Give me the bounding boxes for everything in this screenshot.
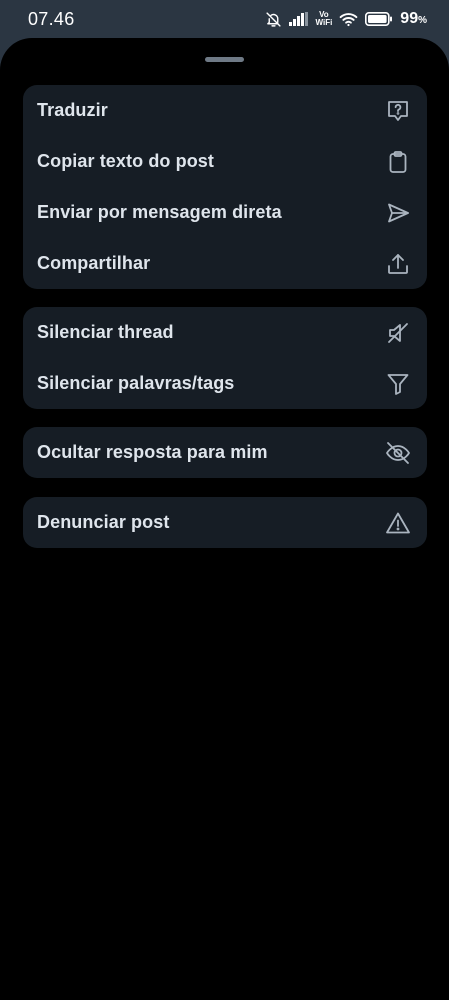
eye-slash-icon (385, 440, 411, 466)
menu-item-hide-reply[interactable]: Ocultar resposta para mim (23, 427, 427, 478)
menu-item-label: Ocultar resposta para mim (37, 442, 268, 462)
menu-item-label: Traduzir (37, 100, 108, 120)
menu-group-mute: Silenciar thread Silenciar palavras/tags (23, 307, 427, 409)
signal-icon (289, 12, 309, 26)
status-icons: Vo WiFi 99% (265, 10, 427, 28)
battery-icon (365, 12, 393, 26)
filter-icon (385, 371, 411, 397)
menu-item-share[interactable]: Compartilhar (23, 238, 427, 289)
vowifi-icon: Vo WiFi (315, 11, 332, 27)
battery-value: 99 (400, 10, 419, 27)
bell-muted-icon (265, 11, 282, 28)
clipboard-icon (385, 149, 411, 175)
mute-thread-icon (385, 320, 411, 346)
share-icon (385, 251, 411, 277)
menu-item-send-dm[interactable]: Enviar por mensagem direta (23, 187, 427, 238)
vowifi-bottom-label: WiFi (315, 18, 333, 27)
battery-percentage: 99% (400, 10, 427, 28)
battery-unit: % (418, 15, 427, 26)
menu-item-mute-thread[interactable]: Silenciar thread (23, 307, 427, 358)
warning-icon (385, 510, 411, 536)
wifi-icon (339, 12, 358, 27)
screen: 07.46 Vo WiFi 99% Traduzir Copiar texto … (0, 0, 449, 1000)
menu-item-copy-text[interactable]: Copiar texto do post (23, 136, 427, 187)
menu-item-label: Denunciar post (37, 512, 170, 532)
menu-group-post-actions: Traduzir Copiar texto do post Enviar por… (23, 85, 427, 289)
menu-item-label: Compartilhar (37, 253, 151, 273)
menu-item-translate[interactable]: Traduzir (23, 85, 427, 136)
menu-group-hide: Ocultar resposta para mim (23, 427, 427, 478)
status-time: 07.46 (28, 8, 75, 29)
drag-handle[interactable] (205, 57, 244, 62)
menu-item-report-post[interactable]: Denunciar post (23, 497, 427, 548)
menu-item-mute-words[interactable]: Silenciar palavras/tags (23, 358, 427, 409)
translate-icon (385, 98, 411, 124)
menu-group-report: Denunciar post (23, 497, 427, 548)
menu-item-label: Silenciar thread (37, 322, 174, 342)
bottom-sheet: Traduzir Copiar texto do post Enviar por… (0, 38, 449, 1000)
menu-item-label: Copiar texto do post (37, 151, 214, 171)
menu-item-label: Silenciar palavras/tags (37, 373, 235, 393)
menu-item-label: Enviar por mensagem direta (37, 202, 282, 222)
send-icon (385, 200, 411, 226)
